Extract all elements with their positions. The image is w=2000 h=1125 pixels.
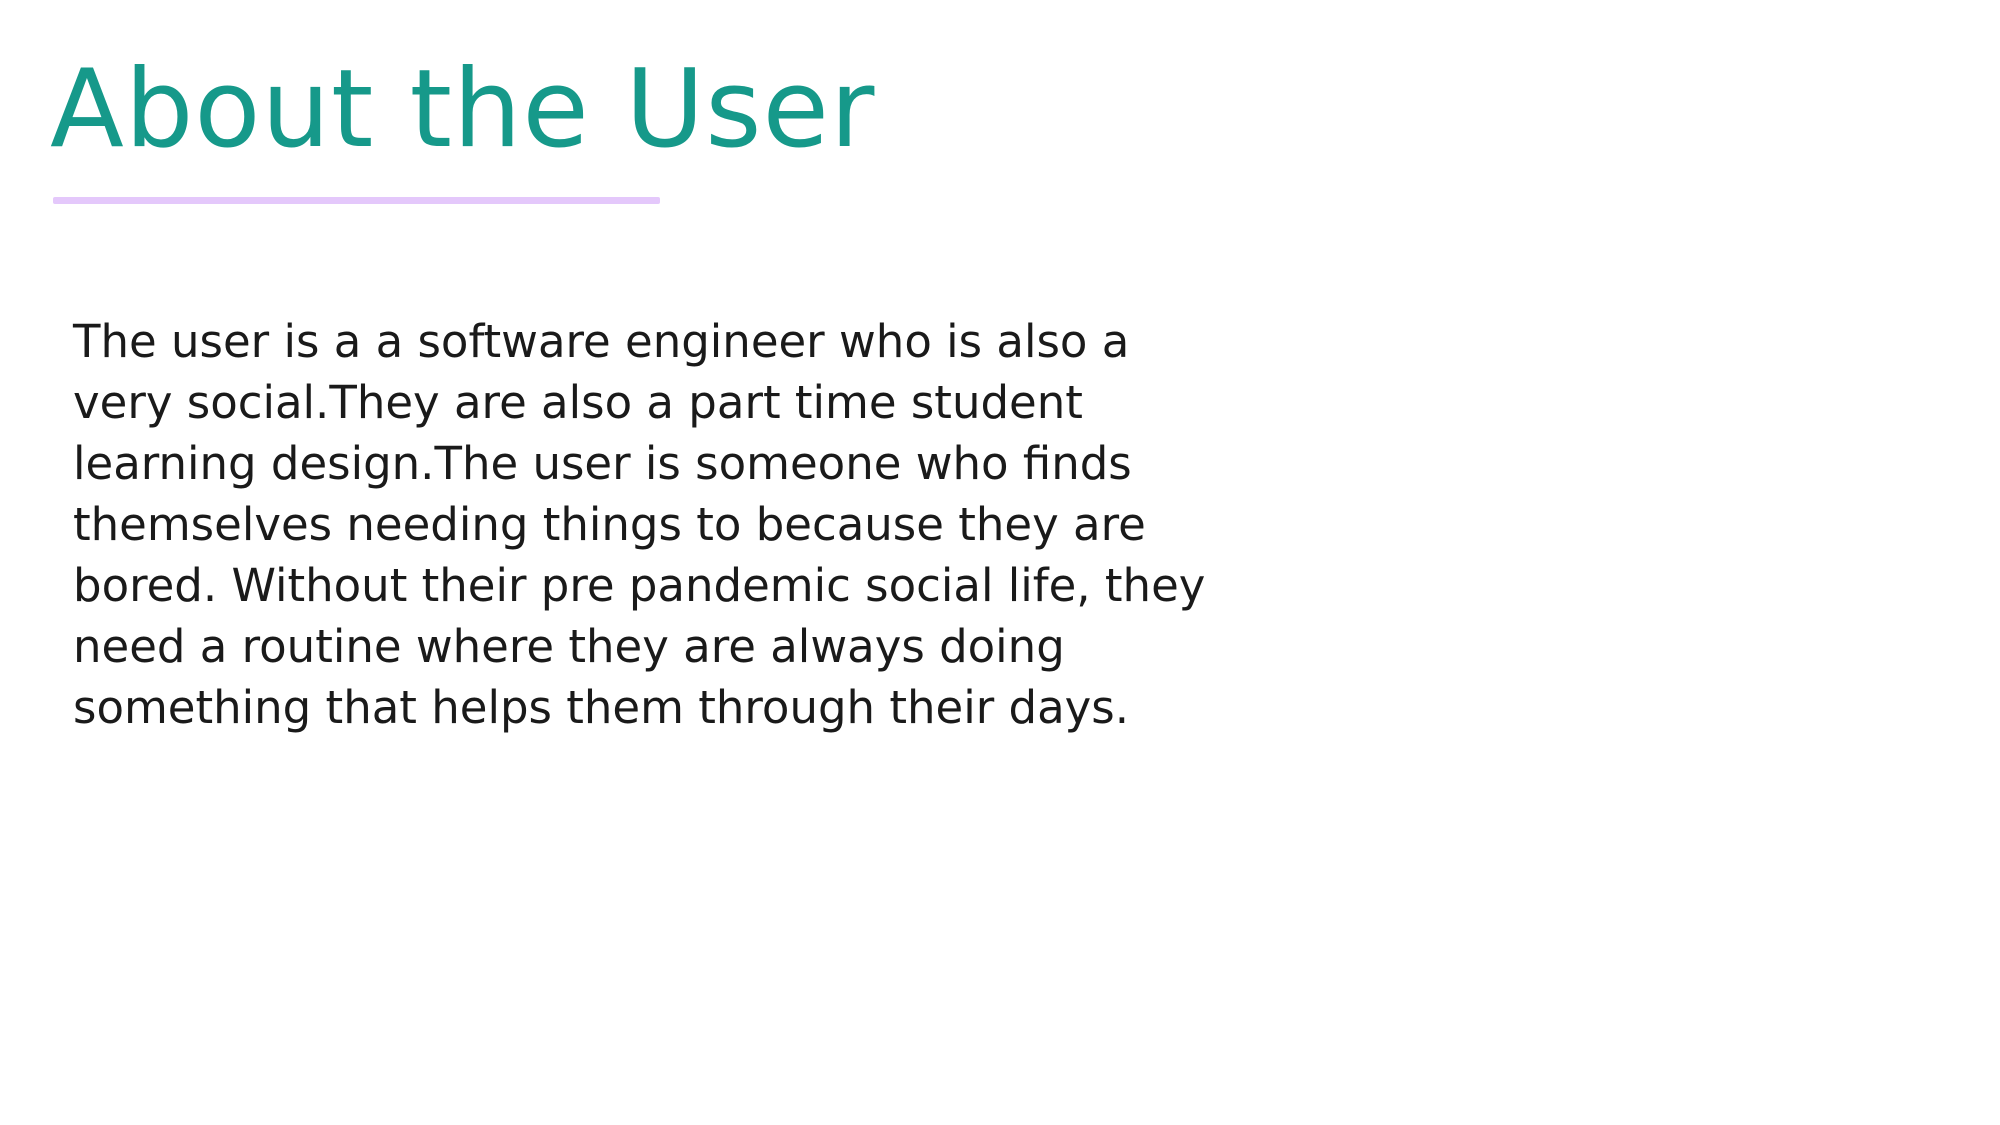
body-line: bored. Without their pre pandemic social…	[73, 559, 1206, 612]
body-line: The user is a a software engineer who is…	[73, 315, 1130, 368]
body-paragraph: The user is a a software engineer who is…	[73, 311, 1253, 738]
body-line: themselves needing things to because the…	[73, 498, 1146, 551]
slide: About the User The user is a a software …	[0, 0, 2000, 1125]
body-line: very social.They are also a part time st…	[73, 376, 1083, 429]
title-underline	[53, 197, 660, 204]
body-line: need a routine where they are always doi…	[73, 620, 1065, 673]
slide-title: About the User	[50, 47, 876, 172]
body-line: learning design.The user is someone who …	[73, 437, 1132, 490]
body-line: something that helps them through their …	[73, 681, 1130, 734]
